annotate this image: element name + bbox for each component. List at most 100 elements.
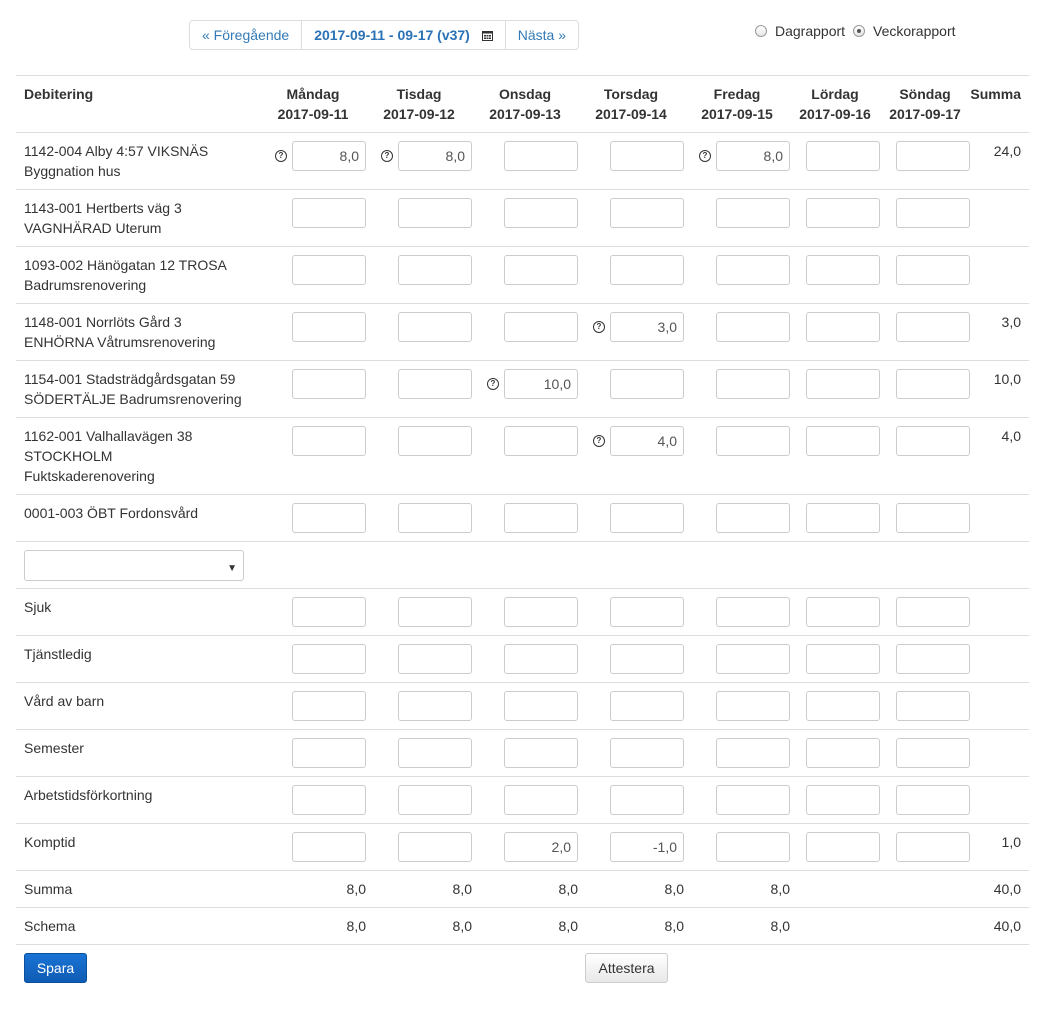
hours-input[interactable] bbox=[806, 738, 880, 768]
hours-input[interactable] bbox=[716, 597, 790, 627]
hours-input[interactable] bbox=[806, 255, 880, 285]
week-report-radio[interactable] bbox=[853, 25, 865, 37]
hours-input[interactable] bbox=[806, 691, 880, 721]
hours-input[interactable] bbox=[398, 255, 472, 285]
hours-input[interactable] bbox=[610, 597, 684, 627]
hours-input[interactable] bbox=[716, 691, 790, 721]
hours-input[interactable] bbox=[896, 255, 970, 285]
hours-input[interactable] bbox=[292, 597, 366, 627]
hours-input[interactable] bbox=[896, 503, 970, 533]
help-icon[interactable]: ? bbox=[381, 150, 393, 162]
hours-input[interactable] bbox=[896, 426, 970, 456]
hours-input[interactable] bbox=[716, 426, 790, 456]
hours-input[interactable] bbox=[806, 426, 880, 456]
hours-input[interactable] bbox=[504, 255, 578, 285]
day-report-radio[interactable] bbox=[755, 25, 767, 37]
hours-input[interactable] bbox=[398, 644, 472, 674]
hours-input[interactable] bbox=[504, 832, 578, 862]
hours-input[interactable] bbox=[398, 312, 472, 342]
attest-button[interactable]: Attestera bbox=[585, 953, 668, 983]
next-week-button[interactable]: Nästa » bbox=[504, 21, 578, 49]
help-icon[interactable]: ? bbox=[487, 378, 499, 390]
hours-input[interactable] bbox=[398, 832, 472, 862]
hours-input[interactable] bbox=[292, 141, 366, 171]
hours-input[interactable] bbox=[806, 644, 880, 674]
hours-input[interactable] bbox=[806, 369, 880, 399]
hours-input[interactable] bbox=[292, 198, 366, 228]
hours-input[interactable] bbox=[504, 644, 578, 674]
hours-input[interactable] bbox=[896, 644, 970, 674]
hours-input[interactable] bbox=[896, 785, 970, 815]
hours-input[interactable] bbox=[610, 832, 684, 862]
hours-input[interactable] bbox=[716, 369, 790, 399]
hours-input[interactable] bbox=[504, 738, 578, 768]
hours-input[interactable] bbox=[806, 832, 880, 862]
hours-input[interactable] bbox=[504, 691, 578, 721]
hours-input[interactable] bbox=[292, 426, 366, 456]
hours-input[interactable] bbox=[398, 597, 472, 627]
hours-input[interactable] bbox=[292, 832, 366, 862]
hours-input[interactable] bbox=[504, 369, 578, 399]
hours-input[interactable] bbox=[292, 738, 366, 768]
hours-input[interactable] bbox=[610, 255, 684, 285]
hours-input[interactable] bbox=[504, 503, 578, 533]
hours-input[interactable] bbox=[896, 312, 970, 342]
hours-input[interactable] bbox=[292, 369, 366, 399]
hours-input[interactable] bbox=[610, 503, 684, 533]
hours-input[interactable] bbox=[610, 141, 684, 171]
help-icon[interactable]: ? bbox=[593, 435, 605, 447]
hours-input[interactable] bbox=[896, 141, 970, 171]
hours-input[interactable] bbox=[610, 644, 684, 674]
hours-input[interactable] bbox=[716, 738, 790, 768]
hours-input[interactable] bbox=[896, 597, 970, 627]
hours-input[interactable] bbox=[896, 691, 970, 721]
hours-input[interactable] bbox=[610, 198, 684, 228]
hours-input[interactable] bbox=[398, 141, 472, 171]
hours-input[interactable] bbox=[806, 198, 880, 228]
hours-input[interactable] bbox=[806, 312, 880, 342]
hours-input[interactable] bbox=[896, 832, 970, 862]
day-report-option[interactable]: Dagrapport bbox=[755, 23, 845, 39]
hours-input[interactable] bbox=[610, 785, 684, 815]
hours-input[interactable] bbox=[806, 503, 880, 533]
help-icon[interactable]: ? bbox=[275, 150, 287, 162]
hours-input[interactable] bbox=[398, 503, 472, 533]
hours-input[interactable] bbox=[806, 785, 880, 815]
hours-input[interactable] bbox=[398, 198, 472, 228]
hours-input[interactable] bbox=[292, 503, 366, 533]
hours-input[interactable] bbox=[896, 738, 970, 768]
hours-input[interactable] bbox=[292, 644, 366, 674]
hours-input[interactable] bbox=[504, 312, 578, 342]
hours-input[interactable] bbox=[716, 785, 790, 815]
hours-input[interactable] bbox=[716, 255, 790, 285]
hours-input[interactable] bbox=[398, 369, 472, 399]
hours-input[interactable] bbox=[610, 691, 684, 721]
hours-input[interactable] bbox=[610, 426, 684, 456]
week-report-option[interactable]: Veckorapport bbox=[853, 23, 956, 39]
project-select[interactable]: ▼ bbox=[24, 550, 244, 581]
hours-input[interactable] bbox=[610, 738, 684, 768]
hours-input[interactable] bbox=[504, 785, 578, 815]
hours-input[interactable] bbox=[716, 198, 790, 228]
hours-input[interactable] bbox=[896, 369, 970, 399]
hours-input[interactable] bbox=[398, 691, 472, 721]
hours-input[interactable] bbox=[716, 832, 790, 862]
hours-input[interactable] bbox=[610, 369, 684, 399]
hours-input[interactable] bbox=[716, 312, 790, 342]
week-picker-button[interactable]: 2017-09-11 - 09-17 (v37) bbox=[301, 21, 505, 49]
help-icon[interactable]: ? bbox=[593, 321, 605, 333]
hours-input[interactable] bbox=[292, 691, 366, 721]
hours-input[interactable] bbox=[504, 198, 578, 228]
hours-input[interactable] bbox=[716, 644, 790, 674]
hours-input[interactable] bbox=[292, 255, 366, 285]
hours-input[interactable] bbox=[292, 312, 366, 342]
hours-input[interactable] bbox=[398, 738, 472, 768]
hours-input[interactable] bbox=[896, 198, 970, 228]
previous-week-button[interactable]: « Föregående bbox=[190, 21, 301, 49]
hours-input[interactable] bbox=[504, 597, 578, 627]
hours-input[interactable] bbox=[806, 141, 880, 171]
hours-input[interactable] bbox=[610, 312, 684, 342]
hours-input[interactable] bbox=[716, 141, 790, 171]
help-icon[interactable]: ? bbox=[699, 150, 711, 162]
hours-input[interactable] bbox=[504, 141, 578, 171]
